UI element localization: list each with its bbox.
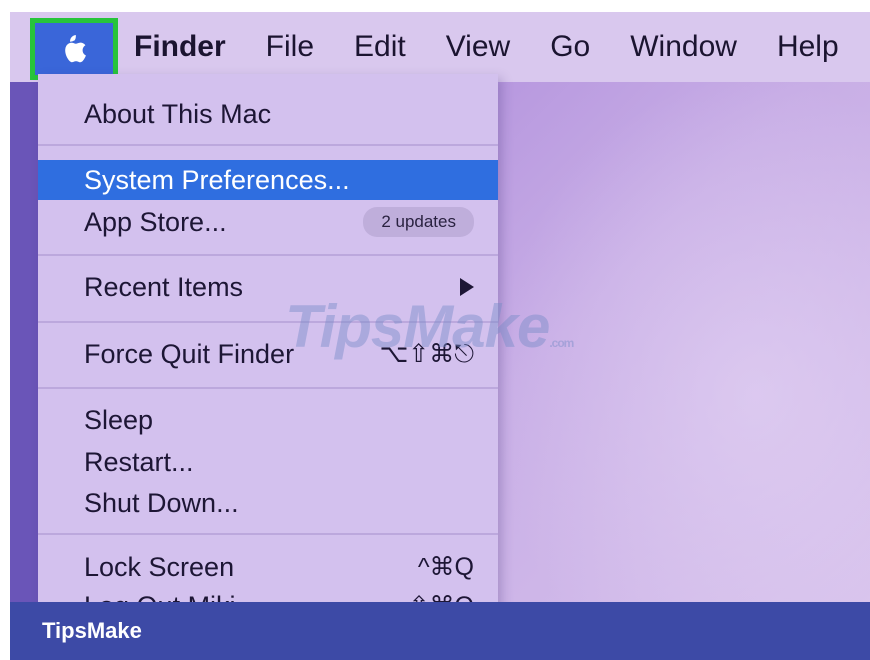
keyboard-shortcut: ^⌘Q [417, 553, 474, 581]
menu-item-label: Lock Screen [84, 551, 235, 582]
menu-item-app-store[interactable]: App Store... 2 updates [38, 202, 498, 242]
apple-logo-icon [65, 35, 86, 63]
menu-bar: Finder File Edit View Go Window Help [10, 12, 870, 82]
menu-separator [38, 387, 498, 389]
menu-go[interactable]: Go [550, 30, 590, 64]
brand-footer-bar: TipsMake [10, 602, 870, 660]
screenshot-frame: Finder File Edit View Go Window Help Abo… [0, 0, 870, 660]
menu-separator [38, 533, 498, 535]
menu-finder[interactable]: Finder [134, 30, 226, 64]
watermark-text: TipsMake [285, 293, 550, 360]
menu-item-system-preferences[interactable]: System Preferences... [38, 160, 498, 200]
menu-item-lock-screen[interactable]: Lock Screen ^⌘Q [38, 547, 498, 587]
menu-item-label: About This Mac [84, 98, 272, 129]
menu-bar-items: Finder File Edit View Go Window Help [134, 12, 870, 82]
menu-item-about-this-mac[interactable]: About This Mac [38, 94, 498, 134]
menu-item-shut-down[interactable]: Shut Down... [38, 483, 498, 523]
menu-separator [38, 144, 498, 146]
menu-file[interactable]: File [266, 30, 314, 64]
menu-edit[interactable]: Edit [354, 30, 406, 64]
menu-item-label: App Store... [84, 206, 227, 237]
apple-menu-button[interactable] [30, 18, 118, 80]
menu-help[interactable]: Help [777, 30, 839, 64]
menu-item-label: Restart... [84, 446, 194, 477]
menu-item-sleep[interactable]: Sleep [38, 400, 498, 440]
brand-label: TipsMake [42, 618, 142, 643]
menu-item-label: System Preferences... [84, 164, 350, 195]
menu-separator [38, 254, 498, 256]
updates-badge: 2 updates [363, 207, 474, 237]
menu-view[interactable]: View [446, 30, 510, 64]
wallpaper-edge [10, 82, 38, 607]
watermark-suffix: .com [549, 336, 574, 350]
menu-item-label: Shut Down... [84, 487, 239, 518]
menu-item-restart[interactable]: Restart... [38, 442, 498, 482]
watermark: TipsMake.com [285, 292, 574, 361]
menu-item-label: Sleep [84, 404, 154, 435]
menu-window[interactable]: Window [630, 30, 737, 64]
